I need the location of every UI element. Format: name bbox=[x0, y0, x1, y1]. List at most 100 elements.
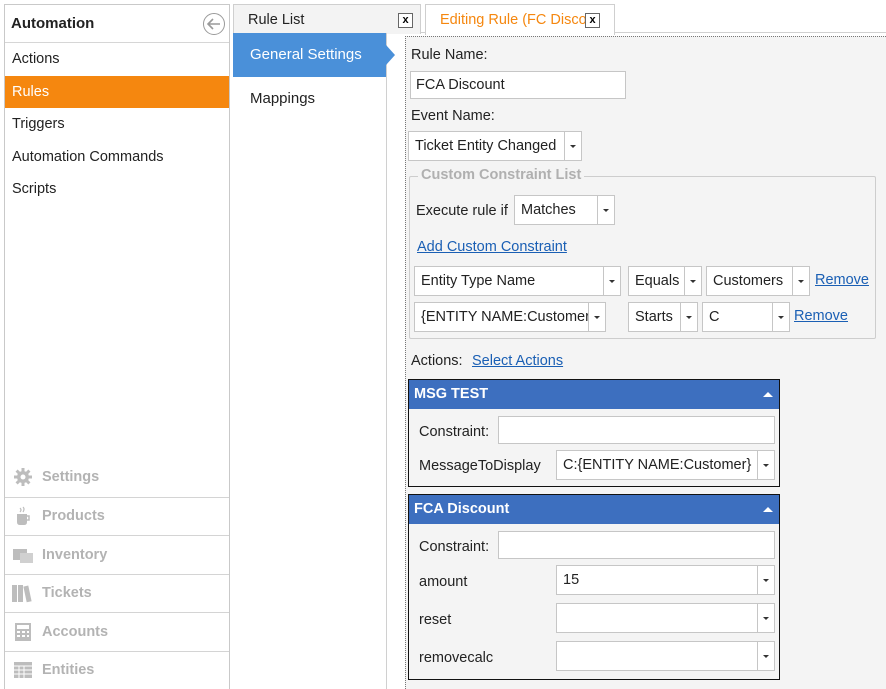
action-panel-header[interactable]: FCA Discount bbox=[409, 495, 779, 524]
sidebar-item-automation-commands[interactable]: Automation Commands bbox=[5, 141, 229, 174]
category-label: Settings bbox=[42, 469, 100, 486]
action-panel-msg-test: MSG TEST Constraint: MessageToDisplay C:… bbox=[408, 379, 780, 487]
sidebar-header: Automation bbox=[5, 5, 229, 43]
remove-constraint-link[interactable]: Remove bbox=[815, 272, 869, 288]
category-label: Products bbox=[42, 508, 105, 525]
rule-editor: Rule Name: FCA Discount Event Name: Tick… bbox=[405, 36, 886, 689]
custom-constraint-list: Custom Constraint List Execute rule if M… bbox=[409, 167, 876, 339]
chevron-down-icon[interactable] bbox=[684, 267, 701, 295]
param-select[interactable] bbox=[556, 603, 775, 633]
gear-icon bbox=[11, 466, 35, 488]
constraint-input[interactable] bbox=[498, 531, 775, 559]
rule-name-input[interactable]: FCA Discount bbox=[410, 71, 626, 99]
chevron-down-icon[interactable] bbox=[564, 132, 581, 160]
constraint-value: C bbox=[709, 309, 720, 325]
param-select[interactable]: C:{ENTITY NAME:Customer} bbox=[556, 450, 775, 480]
event-name-select[interactable]: Ticket Entity Changed bbox=[408, 131, 582, 161]
chevron-down-icon[interactable] bbox=[757, 451, 774, 479]
select-actions-link[interactable]: Select Actions bbox=[472, 353, 563, 369]
execute-rule-label: Execute rule if bbox=[416, 203, 508, 219]
constraint-label: Constraint: bbox=[419, 539, 490, 555]
category-label: Inventory bbox=[42, 546, 108, 563]
sidebar-item-rules[interactable]: Rules bbox=[5, 75, 229, 108]
chevron-down-icon[interactable] bbox=[597, 196, 614, 224]
constraint-field-select[interactable]: {ENTITY NAME:Customer} bbox=[414, 302, 606, 332]
param-label: MessageToDisplay bbox=[419, 458, 541, 474]
param-value: 15 bbox=[563, 572, 580, 588]
category-label: Accounts bbox=[42, 623, 109, 640]
action-title: MSG TEST bbox=[414, 386, 489, 402]
remove-constraint-link[interactable]: Remove bbox=[794, 308, 848, 324]
actions-label: Actions: bbox=[411, 353, 463, 369]
chevron-down-icon[interactable] bbox=[757, 566, 774, 594]
category-settings[interactable]: Settings bbox=[5, 458, 229, 497]
constraint-operator-select[interactable]: Starts bbox=[628, 302, 698, 332]
constraint-field-select[interactable]: Entity Type Name bbox=[414, 266, 621, 296]
back-arrow-icon[interactable] bbox=[203, 12, 225, 35]
constraint-label: Constraint: bbox=[419, 424, 490, 440]
constraint-input[interactable] bbox=[498, 416, 775, 444]
close-icon[interactable]: x bbox=[585, 13, 600, 28]
chevron-down-icon[interactable] bbox=[588, 303, 605, 331]
constraint-value-select[interactable]: C bbox=[702, 302, 790, 332]
category-tickets[interactable]: Tickets bbox=[5, 573, 229, 613]
constraint-list-title: Custom Constraint List bbox=[418, 167, 585, 183]
category-label: Entities bbox=[42, 662, 95, 679]
event-name-value: Ticket Entity Changed bbox=[415, 138, 557, 154]
chevron-down-icon[interactable] bbox=[772, 303, 789, 331]
sidebar-categories: Settings Products Inventory Tickets Acco… bbox=[5, 458, 229, 689]
category-accounts[interactable]: Accounts bbox=[5, 612, 229, 651]
books-icon bbox=[11, 582, 35, 604]
execute-rule-select[interactable]: Matches bbox=[514, 195, 615, 225]
rule-settings-nav: General Settings Mappings bbox=[233, 33, 395, 689]
category-entities[interactable]: Entities bbox=[5, 650, 229, 689]
param-label: reset bbox=[419, 612, 452, 628]
collapse-arrow-icon[interactable] bbox=[763, 507, 773, 512]
constraint-operator-value: Starts bbox=[635, 309, 673, 325]
constraint-field-value: Entity Type Name bbox=[421, 273, 536, 289]
sidebar-title: Automation bbox=[11, 15, 95, 32]
add-custom-constraint-link[interactable]: Add Custom Constraint bbox=[417, 239, 567, 255]
nav-item-general-settings[interactable]: General Settings bbox=[233, 33, 395, 77]
execute-rule-value: Matches bbox=[521, 202, 576, 218]
param-label: amount bbox=[419, 574, 468, 590]
inventory-icon bbox=[11, 544, 35, 566]
chevron-down-icon[interactable] bbox=[680, 303, 697, 331]
category-products[interactable]: Products bbox=[5, 496, 229, 536]
tab-rule-list[interactable]: Rule List x bbox=[233, 4, 421, 34]
param-select[interactable] bbox=[556, 641, 775, 671]
sidebar-item-actions[interactable]: Actions bbox=[5, 43, 229, 76]
collapse-arrow-icon[interactable] bbox=[763, 392, 773, 397]
chevron-down-icon[interactable] bbox=[757, 604, 774, 632]
sidebar-item-triggers[interactable]: Triggers bbox=[5, 108, 229, 141]
constraint-operator-select[interactable]: Equals bbox=[628, 266, 702, 296]
param-label: removecalc bbox=[419, 650, 494, 666]
chevron-down-icon[interactable] bbox=[792, 267, 809, 295]
sidebar-item-scripts[interactable]: Scripts bbox=[5, 173, 229, 206]
chevron-down-icon[interactable] bbox=[757, 642, 774, 670]
tab-bar: Rule List x Editing Rule (FC Disco x bbox=[233, 4, 886, 35]
constraint-value: Customers bbox=[713, 273, 784, 289]
close-icon[interactable]: x bbox=[398, 13, 413, 28]
calculator-icon bbox=[11, 621, 35, 643]
param-value: C:{ENTITY NAME:Customer} bbox=[563, 457, 752, 473]
param-select[interactable]: 15 bbox=[556, 565, 775, 595]
constraint-field-value: {ENTITY NAME:Customer} bbox=[421, 309, 595, 325]
action-panel-fca-discount: FCA Discount Constraint: amount 15 reset… bbox=[408, 494, 780, 680]
constraint-value-select[interactable]: Customers bbox=[706, 266, 810, 296]
automation-sidebar: Automation Actions Rules Triggers Automa… bbox=[4, 4, 230, 689]
action-panel-header[interactable]: MSG TEST bbox=[409, 380, 779, 409]
rule-name-label: Rule Name: bbox=[411, 47, 488, 63]
cup-icon bbox=[11, 505, 35, 527]
category-inventory[interactable]: Inventory bbox=[5, 535, 229, 574]
event-name-label: Event Name: bbox=[411, 108, 495, 124]
tab-label: Rule List bbox=[248, 12, 305, 28]
constraint-operator-value: Equals bbox=[635, 273, 680, 289]
chevron-down-icon[interactable] bbox=[603, 267, 620, 295]
table-icon bbox=[11, 659, 35, 681]
tab-editing-rule[interactable]: Editing Rule (FC Disco x bbox=[425, 4, 615, 35]
category-label: Tickets bbox=[42, 585, 92, 602]
action-title: FCA Discount bbox=[414, 501, 510, 517]
tab-label: Editing Rule (FC Disco bbox=[440, 12, 587, 28]
nav-item-mappings[interactable]: Mappings bbox=[233, 77, 386, 121]
